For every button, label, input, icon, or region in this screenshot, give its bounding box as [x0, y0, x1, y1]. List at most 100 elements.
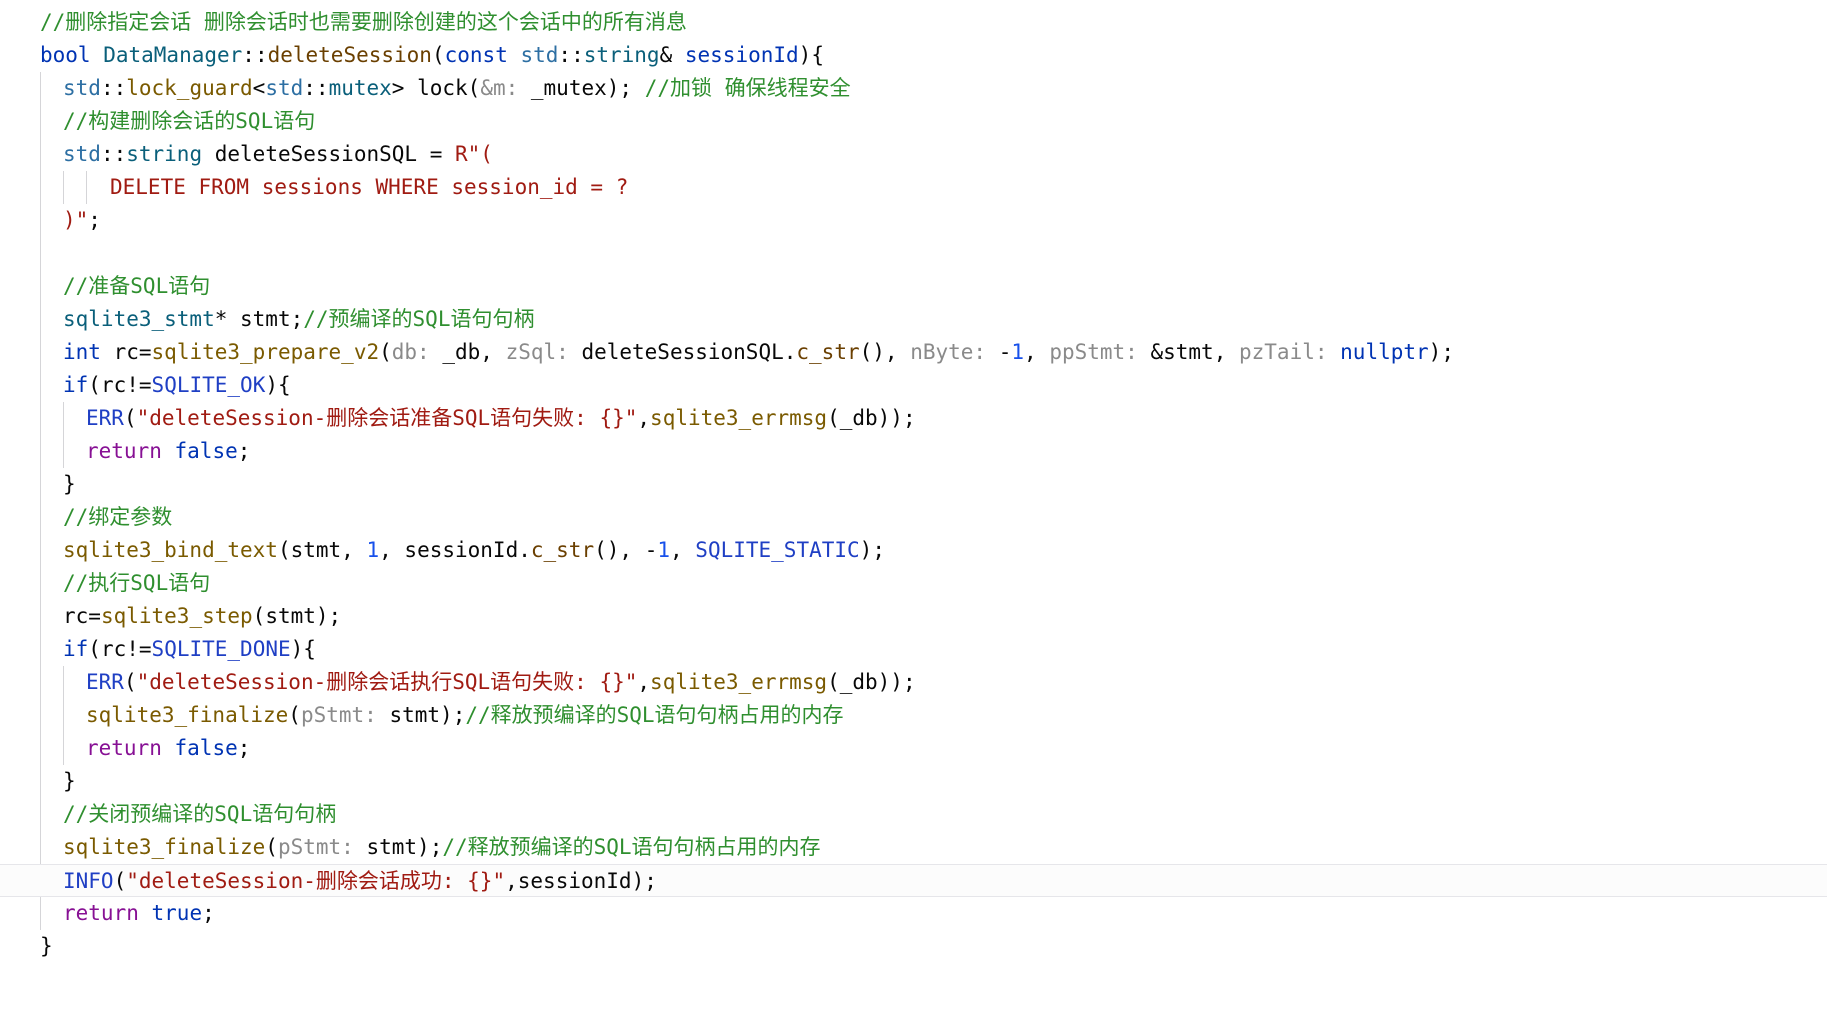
code-line[interactable]: //关闭预编译的SQL语句句柄 [0, 798, 1827, 831]
code-line[interactable]: //绑定参数 [0, 501, 1827, 534]
code-line-current[interactable]: INFO("deleteSession-删除会话成功: {}",sessionI… [0, 864, 1827, 897]
code-editor[interactable]: //删除指定会话 删除会话时也需要删除创建的这个会话中的所有消息 bool Dat… [0, 0, 1827, 1035]
code-token: ); [417, 835, 443, 859]
code-line[interactable]: std::lock_guard<std::mutex> lock(&m: _mu… [0, 72, 1827, 105]
code-line[interactable]: return false; [0, 435, 1827, 468]
code-token: sqlite3_errmsg [650, 406, 828, 430]
code-token: return [63, 901, 152, 925]
code-token: ( [88, 373, 101, 397]
code-token: ( [123, 406, 137, 430]
code-token: ; [237, 439, 251, 463]
code-token: rc [100, 637, 127, 661]
code-line[interactable]: if(rc!=SQLITE_OK){ [0, 369, 1827, 402]
code-line[interactable]: rc=sqlite3_step(stmt); [0, 600, 1827, 633]
code-token: lock [417, 76, 468, 100]
code-token: ; [202, 901, 215, 925]
code-token: = [138, 340, 152, 364]
code-token: ); [859, 538, 885, 562]
code-token: DataManager [103, 43, 243, 67]
code-line[interactable]: DELETE FROM sessions WHERE session_id = … [0, 171, 1827, 204]
code-token: , [884, 340, 911, 364]
code-token: deleteSessionSQL [581, 340, 784, 364]
code-token: ; [290, 307, 304, 331]
code-token: sqlite3_bind_text [63, 538, 278, 562]
code-token: sessionId [684, 43, 799, 67]
code-token: 1 [657, 538, 670, 562]
code-token: & [659, 43, 685, 67]
code-line[interactable]: //删除指定会话 删除会话时也需要删除创建的这个会话中的所有消息 [0, 6, 1827, 39]
code-line[interactable]: sqlite3_finalize(pStmt: stmt);//释放预编译的SQ… [0, 831, 1827, 864]
code-token: "deleteSession-删除会话准备SQL语句失败: {}" [136, 406, 638, 430]
code-line[interactable]: std::string deleteSessionSQL = R"( [0, 138, 1827, 171]
code-token: )" [63, 208, 89, 232]
code-token: , [670, 538, 696, 562]
code-line[interactable]: return true; [0, 897, 1827, 930]
code-token: //释放预编译的SQL语句句柄占用的内存 [465, 703, 844, 727]
code-token: , [505, 869, 518, 893]
code-line[interactable]: } [0, 930, 1827, 963]
code-token: ( [467, 76, 481, 100]
code-token: > [391, 76, 418, 100]
code-token: sqlite3_stmt [63, 307, 215, 331]
code-line[interactable]: } [0, 468, 1827, 501]
code-line[interactable]: sqlite3_bind_text(stmt, 1, sessionId.c_s… [0, 534, 1827, 567]
code-token: R"( [454, 142, 493, 166]
code-token: , [379, 538, 405, 562]
code-line[interactable]: sqlite3_finalize(pStmt: stmt);//释放预编译的SQ… [0, 699, 1827, 732]
code-token: sqlite3_finalize [63, 835, 266, 859]
code-token: false [174, 439, 238, 463]
code-token: stmt [389, 703, 441, 727]
code-token: , [480, 340, 506, 364]
code-token: - [998, 340, 1012, 364]
code-token: , [637, 670, 651, 694]
code-token: _db [839, 670, 878, 694]
code-line[interactable]: return false; [0, 732, 1827, 765]
code-token: )); [877, 406, 916, 430]
code-line[interactable]: sqlite3_stmt* stmt;//预编译的SQL语句句柄 [0, 303, 1827, 336]
code-token: ( [123, 670, 137, 694]
code-token: //删除指定会话 删除会话时也需要删除创建的这个会话中的所有消息 [40, 10, 687, 34]
code-token: , [1024, 340, 1050, 364]
code-line[interactable]: //准备SQL语句 [0, 270, 1827, 303]
code-token: std [265, 76, 304, 100]
code-line[interactable]: //执行SQL语句 [0, 567, 1827, 600]
code-line[interactable]: if(rc!=SQLITE_DONE){ [0, 633, 1827, 666]
code-line[interactable]: //构建删除会话的SQL语句 [0, 105, 1827, 138]
code-token: const [444, 43, 521, 67]
code-token: ); [315, 604, 342, 628]
code-token: SQLITE_STATIC [695, 538, 860, 562]
code-token: return [86, 439, 175, 463]
code-token: ); [1428, 340, 1454, 364]
code-token: ){ [265, 373, 291, 397]
code-token: DELETE FROM sessions WHERE session_id = … [110, 175, 629, 199]
code-token: deleteSession [267, 43, 432, 67]
code-token: sessionId [404, 538, 519, 562]
code-line[interactable]: )"; [0, 204, 1827, 237]
code-token: SQLITE_DONE [151, 637, 291, 661]
code-token: * [214, 307, 241, 331]
code-token: rc [113, 340, 139, 364]
code-token: pStmt: [300, 703, 390, 727]
code-token: stmt [366, 835, 418, 859]
code-token: false [174, 736, 238, 760]
code-token: ( [431, 43, 445, 67]
code-line[interactable] [0, 237, 1827, 270]
code-token: int [63, 340, 114, 364]
code-token: ( [88, 637, 101, 661]
code-token: //准备SQL语句 [63, 274, 211, 298]
code-token: std [520, 43, 559, 67]
code-line[interactable]: ERR("deleteSession-删除会话准备SQL语句失败: {}",sq… [0, 402, 1827, 435]
code-token: pzTail: [1239, 340, 1341, 364]
code-line[interactable]: } [0, 765, 1827, 798]
code-token: ( [265, 835, 278, 859]
code-token: ERR [86, 406, 124, 430]
code-token: = [88, 604, 101, 628]
code-line[interactable]: ERR("deleteSession-删除会话执行SQL语句失败: {}",sq… [0, 666, 1827, 699]
code-token: _db [442, 340, 481, 364]
code-line[interactable]: int rc=sqlite3_prepare_v2(db: _db, zSql:… [0, 336, 1827, 369]
code-line[interactable]: bool DataManager::deleteSession(const st… [0, 39, 1827, 72]
code-token: } [63, 769, 76, 793]
code-token: mutex [328, 76, 392, 100]
code-token: . [518, 538, 531, 562]
code-token: bool [40, 43, 104, 67]
